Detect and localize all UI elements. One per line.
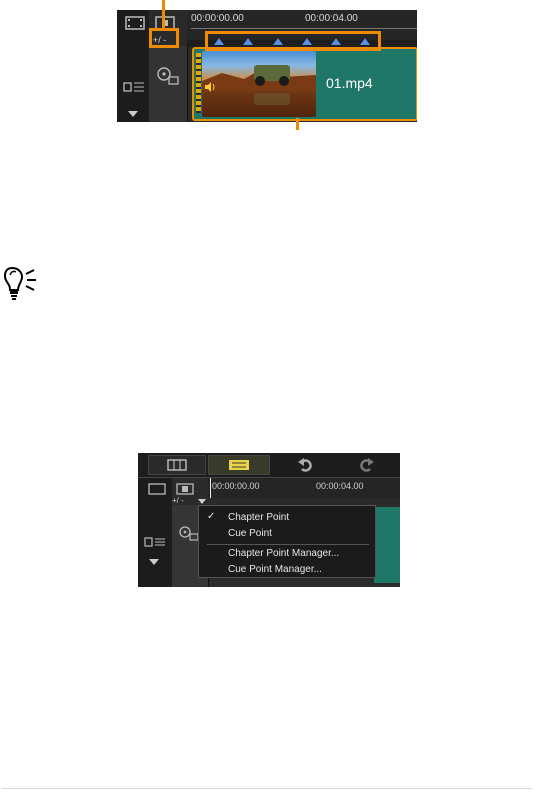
chevron-down-icon[interactable] <box>148 558 160 566</box>
marker-type-menu: ✓ Chapter Point Cue Point Chapter Point … <box>198 505 376 578</box>
menu-item-chapter-point-manager[interactable]: Chapter Point Manager... <box>199 546 375 562</box>
callout-line <box>296 118 299 130</box>
undo-button[interactable] <box>278 455 334 475</box>
lightbulb-tip-icon <box>3 266 36 300</box>
timecode-mark: 00:00:04.00 <box>305 13 358 24</box>
desert-jeep-image <box>202 65 316 117</box>
menu-item-cue-point-manager[interactable]: Cue Point Manager... <box>199 562 375 578</box>
video-clip[interactable] <box>374 507 400 583</box>
checkmark-icon: ✓ <box>207 511 216 522</box>
timecode-mark: 00:00:04.00 <box>316 481 364 491</box>
menu-separator <box>207 544 369 545</box>
timeline-view-button[interactable] <box>208 455 270 475</box>
marker-controls[interactable]: +/ - <box>172 496 184 505</box>
track-manager-icon[interactable] <box>144 536 166 548</box>
track-header-column <box>117 10 149 122</box>
menu-item-cue-point[interactable]: Cue Point <box>199 526 375 542</box>
overlay-track-icon[interactable] <box>176 483 194 495</box>
track-header-column <box>138 478 172 587</box>
track-manager-icon[interactable] <box>123 80 145 94</box>
callout-line <box>162 0 165 30</box>
film-reel-icon[interactable] <box>178 525 200 543</box>
clip-name: 01.mp4 <box>326 75 373 91</box>
timecode-start: 00:00:00.00 <box>212 481 260 491</box>
timeline-view-icon <box>229 460 249 470</box>
view-toolbar <box>138 453 400 478</box>
clip-thumbnail <box>202 51 316 117</box>
timeline-panel-bottom: +/ - 00:00:00.00 00:00:04.00 ✓ Chapter P… <box>138 453 400 587</box>
page-footer-rule <box>2 788 532 789</box>
ruler-baseline <box>191 28 417 29</box>
video-track-header <box>149 46 188 122</box>
chevron-down-icon[interactable] <box>127 110 139 118</box>
video-track-icon[interactable] <box>148 483 166 495</box>
timecode-start: 00:00:00.00 <box>191 13 244 24</box>
film-reel-icon[interactable] <box>156 66 180 86</box>
playhead[interactable] <box>210 478 211 498</box>
redo-button[interactable] <box>338 455 394 475</box>
video-clip[interactable]: 01.mp4 <box>192 47 417 121</box>
storyboard-view-button[interactable] <box>148 455 206 475</box>
timeline-ruler[interactable]: 00:00:00.00 00:00:04.00 <box>208 478 400 498</box>
redo-icon <box>360 458 374 472</box>
callout-box-chapter-markers <box>205 31 381 51</box>
speaker-icon[interactable] <box>204 81 216 93</box>
callout-box-marker-controls <box>149 28 179 48</box>
film-strip-icon <box>167 459 187 471</box>
video-track-icon[interactable] <box>125 16 145 30</box>
undo-icon <box>298 458 312 472</box>
menu-item-chapter-point[interactable]: ✓ Chapter Point <box>199 510 375 526</box>
clip-sprocket-strip <box>196 53 201 113</box>
